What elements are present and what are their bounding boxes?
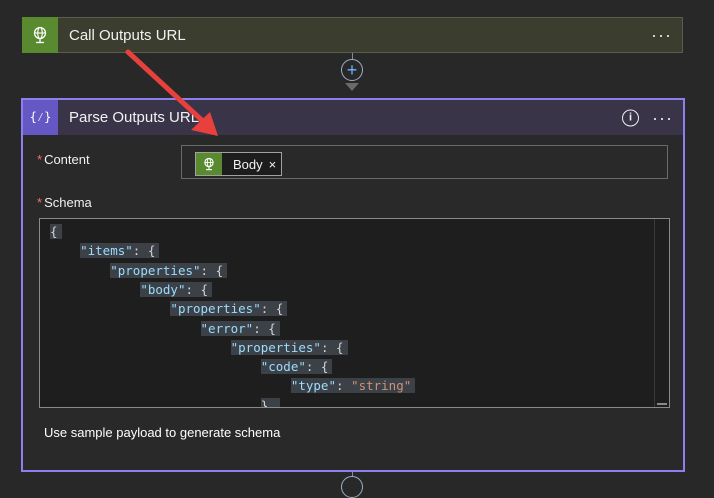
annotation-arrow — [125, 49, 218, 136]
